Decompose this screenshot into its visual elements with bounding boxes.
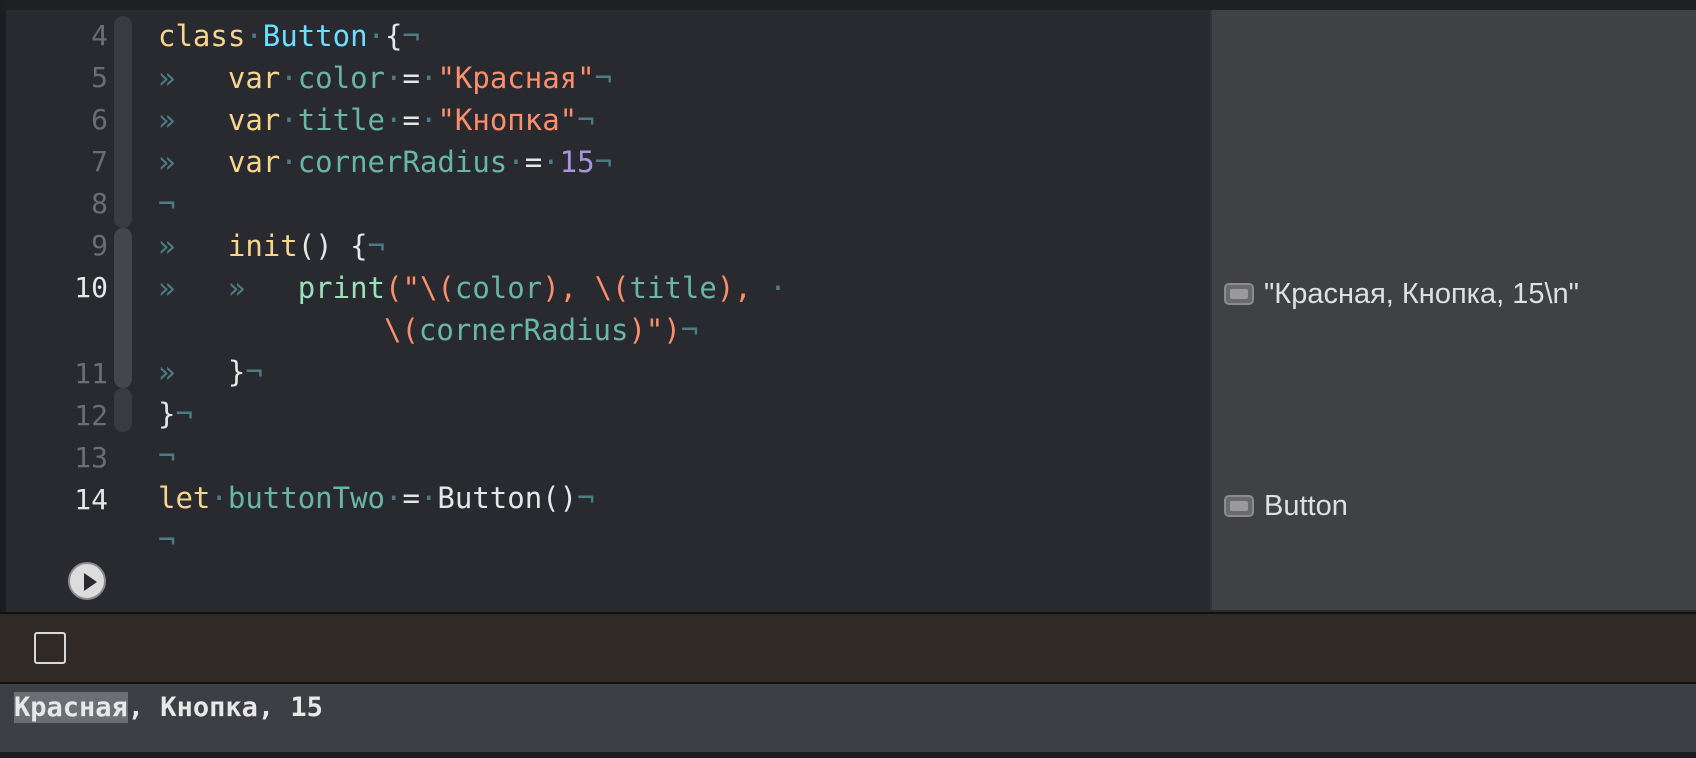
code-fold-ribbon[interactable] — [114, 16, 132, 228]
line-number: 12 — [74, 399, 108, 432]
hide-debug-area-icon[interactable] — [34, 632, 66, 664]
run-to-line-button[interactable] — [68, 562, 106, 600]
line-number: 9 — [91, 229, 108, 262]
code-line-12: }¬ — [158, 397, 193, 431]
quick-look-icon[interactable] — [1224, 495, 1254, 517]
selected-text: Красная — [14, 692, 128, 723]
playground-window: 4 5 6 7 8 9 10 11 12 13 14 class·Button·… — [0, 0, 1696, 758]
console-line: Красная, Кнопка, 15 — [14, 692, 323, 723]
line-number-gutter: 4 5 6 7 8 9 10 11 12 13 14 — [6, 10, 132, 610]
result-value: "Красная, Кнопка, 15\n" — [1264, 277, 1579, 310]
code-line-14: let·buttonTwo·=·Button()¬ — [158, 481, 595, 515]
code-fold-ribbon-end[interactable] — [114, 388, 132, 432]
code-fold-ribbon-inner[interactable] — [114, 228, 132, 388]
line-number: 13 — [74, 441, 108, 474]
debug-bar — [0, 612, 1696, 684]
code-line-5: » var·color·=·"Красная"¬ — [158, 61, 613, 95]
code-line-6: » var·title·=·"Кнопка"¬ — [158, 103, 595, 137]
code-line-11: » }¬ — [158, 355, 263, 389]
play-icon — [84, 573, 97, 591]
code-line-15: ¬ — [158, 523, 176, 557]
code-line-13: ¬ — [158, 439, 176, 473]
result-value: Button — [1264, 489, 1348, 522]
line-number: 6 — [91, 103, 108, 136]
code-line-10: » » print("\(color), \(title), · — [158, 271, 787, 305]
console-output[interactable]: Красная, Кнопка, 15 — [0, 684, 1696, 758]
line-number: 5 — [91, 61, 108, 94]
line-number: 7 — [91, 145, 108, 178]
code-line-9: » init() {¬ — [158, 229, 386, 263]
quick-look-icon[interactable] — [1224, 283, 1254, 305]
line-number: 11 — [74, 357, 108, 390]
code-editor[interactable]: 4 5 6 7 8 9 10 11 12 13 14 class·Button·… — [6, 10, 1210, 610]
code-line-8: ¬ — [158, 187, 176, 221]
line-number-current: 10 — [74, 271, 108, 304]
line-number: 4 — [91, 19, 108, 52]
line-number-current: 14 — [74, 483, 108, 516]
top-border — [0, 0, 1696, 10]
results-sidebar: "Красная, Кнопка, 15\n" Button — [1210, 10, 1696, 610]
code-line-7: » var·cornerRadius·=·15¬ — [158, 145, 613, 179]
result-row-instance[interactable]: Button — [1224, 486, 1348, 526]
code-line-4: class·Button·{¬ — [158, 19, 420, 53]
line-number: 8 — [91, 187, 108, 220]
code-line-10-wrap: \(cornerRadius)")¬ — [384, 313, 699, 347]
result-row-print[interactable]: "Красная, Кнопка, 15\n" — [1224, 274, 1579, 314]
bottom-border — [0, 752, 1696, 758]
